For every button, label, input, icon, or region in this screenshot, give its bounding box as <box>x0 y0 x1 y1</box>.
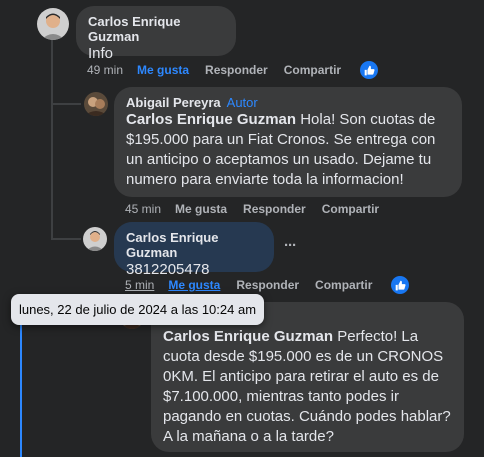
thread-line-branch <box>51 103 81 105</box>
comment-text: Carlos Enrique Guzman Perfecto! La cuota… <box>163 327 452 447</box>
like-button[interactable]: Me gusta <box>175 202 227 216</box>
comment-bubble: Abigail Pereyra Autor Carlos Enrique Guzm… <box>114 87 462 197</box>
author-badge: Autor <box>226 95 258 110</box>
comment-actions: 49 min Me gusta Responder Compartir <box>87 63 357 77</box>
avatar[interactable] <box>84 92 108 116</box>
like-button[interactable]: Me gusta <box>168 278 220 292</box>
mention-link[interactable]: Carlos Enrique Guzman <box>163 328 333 345</box>
comment-bubble-highlighted: Carlos Enrique Guzman 3812205478 <box>114 222 274 278</box>
comment-text: 3812205478 <box>126 261 210 278</box>
avatar[interactable] <box>37 8 69 40</box>
thread-line <box>51 105 53 240</box>
timestamp-tooltip: lunes, 22 de julio de 2024 a las 10:24 a… <box>11 294 264 325</box>
comment-author[interactable]: Carlos Enrique Guzman <box>88 14 224 44</box>
reply-button[interactable]: Responder <box>243 202 306 216</box>
comment-author[interactable]: Abigail Pereyra <box>126 95 221 110</box>
comment-bubble: Carlos Enrique Guzman Info <box>76 6 236 62</box>
like-button[interactable]: Me gusta <box>137 63 189 77</box>
avatar[interactable] <box>83 227 107 251</box>
reply-button[interactable]: Responder <box>236 278 299 292</box>
more-options-icon[interactable]: ··· <box>284 237 297 254</box>
thread-line <box>51 40 53 105</box>
reply-button[interactable]: Responder <box>205 63 268 77</box>
comment-author[interactable]: Carlos Enrique Guzman <box>126 230 262 260</box>
comment-actions: 45 min Me gusta Responder Compartir <box>125 202 395 216</box>
comment-text: Carlos Enrique Guzman Hola! Son cuotas d… <box>126 110 450 190</box>
comment-timestamp[interactable]: 45 min <box>125 202 161 216</box>
comment-timestamp[interactable]: 49 min <box>87 63 123 77</box>
comment-timestamp[interactable]: 5 min <box>125 278 154 292</box>
thread-line-branch <box>51 238 81 240</box>
share-button[interactable]: Compartir <box>284 63 341 77</box>
share-button[interactable]: Compartir <box>315 278 372 292</box>
comment-body: Perfecto! La cuota desde $195.000 es de … <box>163 328 451 445</box>
comment-actions: 5 min Me gusta Responder Compartir <box>125 278 388 292</box>
thumbs-up-icon[interactable] <box>391 276 409 294</box>
share-button[interactable]: Compartir <box>322 202 379 216</box>
thumbs-up-icon[interactable] <box>360 61 378 79</box>
mention-link[interactable]: Carlos Enrique Guzman <box>126 111 296 128</box>
comment-text: Info <box>88 45 114 62</box>
